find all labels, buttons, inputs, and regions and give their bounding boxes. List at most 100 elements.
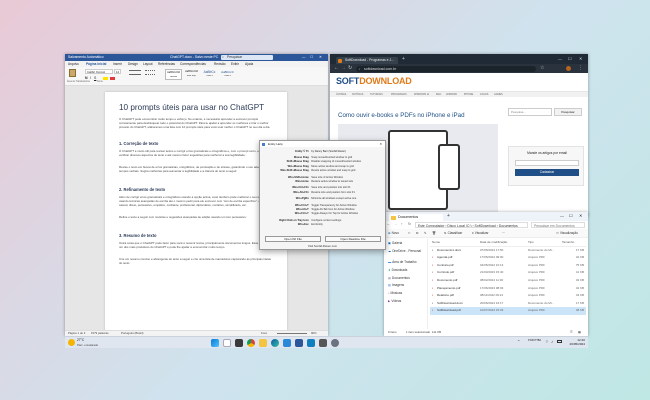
align-icon[interactable] <box>129 70 141 75</box>
website-link[interactable]: Visit Sordid-Raven.com <box>260 243 385 249</box>
file-row[interactable]: ▪ Planejamento.pdf 17/06/2023 08:03 Arqu… <box>430 285 586 293</box>
weather-widget[interactable]: 27°C Parc. ensolarado <box>68 338 108 348</box>
forward-icon[interactable]: → <box>394 221 397 228</box>
style-heading2[interactable]: AaBbCcC Título 2 <box>219 69 236 80</box>
underline-button[interactable]: S <box>94 76 96 80</box>
file-explorer-icon[interactable] <box>259 339 267 347</box>
breadcrumb-item[interactable]: Este Computador <box>418 224 444 227</box>
sidebar-item-gallery[interactable]: ▣ Galeria <box>388 240 427 248</box>
forward-icon[interactable]: → <box>341 65 346 71</box>
font-color-icon[interactable] <box>110 77 115 80</box>
style-heading1[interactable]: AaBbCc Título 1 <box>201 69 218 80</box>
photos-icon[interactable] <box>307 339 315 347</box>
maximize-icon[interactable]: ☐ <box>568 56 572 61</box>
browser-tab[interactable]: SoftDownload - Programas e J... <box>336 57 398 64</box>
chrome-icon[interactable] <box>247 339 255 347</box>
new-button[interactable]: ⊕ Novo <box>388 229 399 237</box>
word-search-box[interactable]: ⌕ Pesquisar <box>221 55 273 60</box>
tray-chevron-icon[interactable]: ⌃ <box>517 339 520 344</box>
column-header-name[interactable]: Nome <box>432 239 472 247</box>
details-view-icon[interactable]: ☰ <box>570 329 573 336</box>
column-header-size[interactable]: Tamanho <box>562 239 584 247</box>
start-button[interactable] <box>211 339 219 347</box>
minimize-icon[interactable]: — <box>560 213 564 218</box>
close-icon[interactable]: ✕ <box>319 54 322 61</box>
list-icon[interactable] <box>145 70 155 75</box>
site-nav-item[interactable]: NOTÍCIAS <box>352 92 363 97</box>
bold-button[interactable]: N <box>85 76 88 80</box>
file-row[interactable]: ▪ Currículo.pdf 21/03/2023 15:40 Arquivo… <box>430 269 586 277</box>
sidebar-item-desktop[interactable]: ▬ Área de Trabalho <box>388 259 427 267</box>
italic-button[interactable]: I <box>90 76 91 80</box>
site-nav-item[interactable]: GAMES <box>494 92 503 97</box>
refresh-icon[interactable]: ↻ <box>408 221 411 228</box>
site-nav-item[interactable]: ÚLTIMAS <box>336 92 346 97</box>
bookmark-icon[interactable]: ☆ <box>540 65 544 71</box>
breadcrumb[interactable]: Este Computador › Disco Local (C:) › Sof… <box>415 222 528 228</box>
newsletter-input[interactable] <box>515 160 579 166</box>
sort-button[interactable]: ⇅ Classificar <box>444 229 462 237</box>
taskbar-search-icon[interactable] <box>223 339 231 347</box>
cut-icon[interactable]: ✂ <box>408 229 411 237</box>
font-name-select[interactable]: Calibri (Corpo) <box>85 69 113 74</box>
open-ini-button[interactable]: Open INI File <box>265 236 321 242</box>
sidebar-item-downloads[interactable]: ⬇ Downloads <box>388 267 427 275</box>
back-icon[interactable]: ← <box>387 221 390 228</box>
file-row[interactable]: ▪ Relatório.pdf 08/11/2022 09:21 Arquivo… <box>430 292 586 300</box>
site-search-input[interactable]: Pesquisa... <box>508 108 552 116</box>
column-header-date[interactable]: Data de modificação <box>480 239 524 247</box>
task-view-icon[interactable] <box>235 339 243 347</box>
up-icon[interactable]: ↑ <box>401 221 403 228</box>
newsletter-button[interactable]: Cadastrar <box>515 169 579 176</box>
maximize-icon[interactable]: ☐ <box>569 213 573 218</box>
site-nav-item[interactable]: JOGOS <box>480 92 488 97</box>
rename-icon[interactable]: ✎ <box>424 229 427 237</box>
file-row[interactable]: ▪ Documento1.docx 07/05/2024 17:50 Docum… <box>430 247 586 255</box>
column-header-type[interactable]: Tipo <box>528 239 558 247</box>
file-row[interactable]: ▪ SoftDownload.docx 20/06/2024 16:17 Doc… <box>430 300 586 308</box>
word-icon[interactable] <box>295 339 303 347</box>
clock[interactable]: 12:40 26/05/2024 <box>563 338 585 346</box>
highlight-icon[interactable] <box>103 77 108 80</box>
view-button[interactable]: ≡ Visualizar <box>472 229 489 237</box>
article-title[interactable]: Como ouvir e-books e PDFs no iPhone e iP… <box>338 112 498 119</box>
keyboard-language[interactable]: POR PTB2 <box>523 339 541 342</box>
address-bar[interactable]: ▪ softdownload.com.br <box>356 65 536 72</box>
settings-icon[interactable] <box>331 339 339 347</box>
profile-avatar[interactable] <box>566 66 571 71</box>
site-nav-item[interactable]: WINDOWS 11 <box>414 92 429 97</box>
style-normal[interactable]: AaBbCcDd Normal <box>165 69 182 80</box>
sidebar-item-videos[interactable]: ▶ Vídeos <box>388 298 427 306</box>
file-row-selected[interactable]: ▪ SoftDownload.pdf 10/07/2024 15:33 Arqu… <box>430 307 586 315</box>
battery-icon[interactable] <box>557 340 562 343</box>
sidebar-item-music[interactable]: ♪ Músicas <box>388 290 427 298</box>
style-no-spacing[interactable]: AaBbCcDd Sem Esp. <box>183 69 200 80</box>
maximize-icon[interactable]: ☐ <box>310 54 313 61</box>
copy-icon[interactable]: ⧉ <box>416 229 418 237</box>
close-icon[interactable]: ✕ <box>379 141 382 147</box>
back-icon[interactable]: ← <box>334 65 339 71</box>
close-icon[interactable]: ✕ <box>579 213 582 218</box>
file-row[interactable]: ▪ Agenda.pdf 17/05/2022 09:00 Arquivo PD… <box>430 254 586 262</box>
zoom-slider[interactable] <box>277 333 307 334</box>
site-nav-item[interactable]: MAC <box>436 92 441 97</box>
preview-button[interactable]: ▭ Visualização <box>556 229 578 237</box>
store-icon[interactable] <box>283 339 291 347</box>
site-nav-item[interactable]: IPHONE <box>464 92 473 97</box>
sidebar-item-onedrive[interactable]: ☁ OneDrive - Personal <box>388 248 427 256</box>
wifi-icon[interactable]: ⌔ <box>545 339 549 345</box>
sidebar-item-documents[interactable]: ▤ Documentos <box>388 275 427 283</box>
file-row[interactable]: ▪ Documento.pdf 08/02/2024 11:30 Arquivo… <box>430 277 586 285</box>
volume-icon[interactable]: ♪ <box>551 339 553 344</box>
sidebar-item-images[interactable]: ▨ Imagens <box>388 282 427 290</box>
reload-icon[interactable]: ↻ <box>348 65 352 71</box>
edge-icon[interactable] <box>271 339 279 347</box>
close-icon[interactable]: ✕ <box>579 56 582 61</box>
menu-icon[interactable]: ⋮ <box>578 65 583 71</box>
site-nav-item[interactable]: PROGRAMAS <box>391 92 407 97</box>
minimize-icon[interactable]: — <box>302 54 305 61</box>
entity-icon[interactable] <box>319 339 327 347</box>
explorer-tab[interactable]: Documentos <box>389 214 443 221</box>
breadcrumb-item[interactable]: Documentos <box>499 224 518 227</box>
new-tab-icon[interactable]: + <box>402 56 405 62</box>
